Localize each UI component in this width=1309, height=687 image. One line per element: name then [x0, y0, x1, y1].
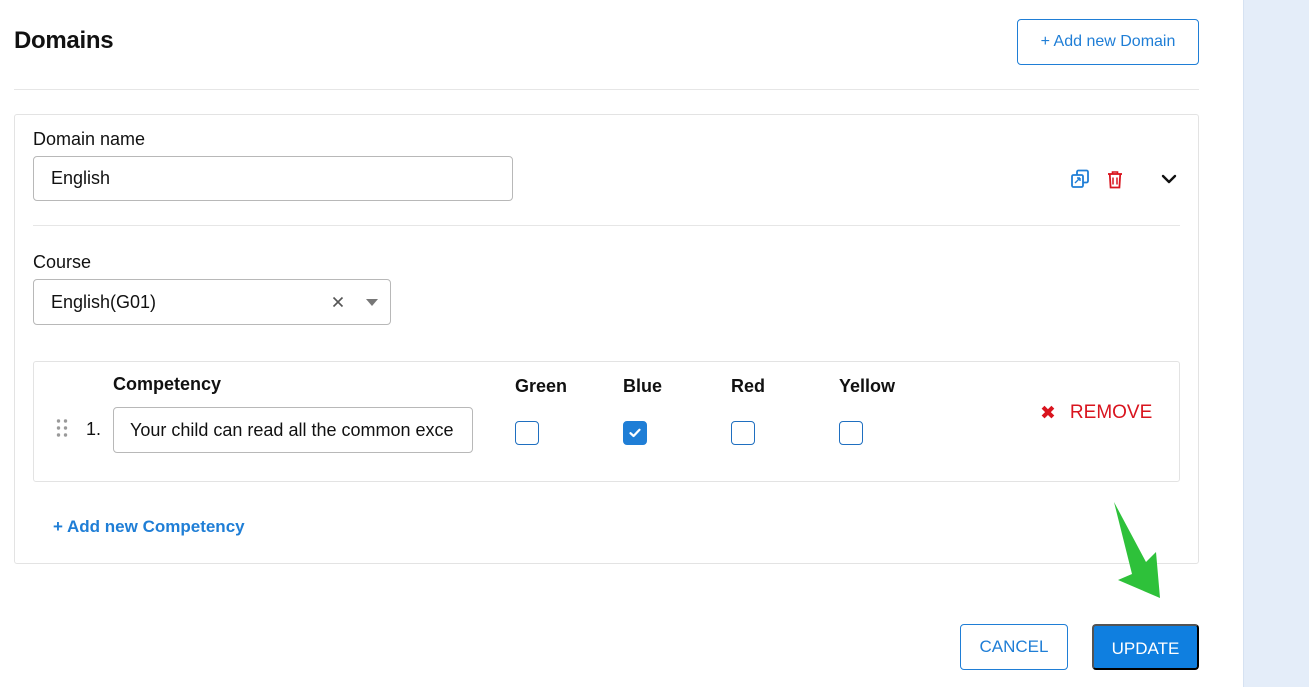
header-yellow: Yellow [839, 376, 896, 396]
checkmark-icon [629, 428, 641, 438]
drag-handle-icon[interactable] [55, 418, 69, 438]
remove-competency-button[interactable]: ✖ REMOVE [1040, 401, 1152, 425]
add-new-domain-button[interactable]: + Add new Domain [1017, 19, 1199, 65]
copy-icon[interactable] [1069, 168, 1091, 190]
add-new-competency-link[interactable]: + Add new Competency [53, 517, 245, 537]
course-label: Course [33, 252, 92, 272]
header-competency: Competency [113, 374, 222, 394]
trash-icon[interactable] [1105, 168, 1125, 190]
close-icon: ✖ [1040, 402, 1056, 424]
dropdown-caret-icon[interactable] [366, 299, 378, 306]
domain-name-input[interactable] [33, 156, 513, 201]
checkbox-blue[interactable] [623, 421, 647, 445]
remove-label: REMOVE [1069, 402, 1153, 423]
clear-icon[interactable] [330, 294, 346, 310]
course-selected-value: English(G01) [51, 292, 157, 312]
header-divider [14, 89, 1199, 90]
header-blue: Blue [623, 376, 663, 396]
annotation-arrow-icon [1114, 502, 1160, 598]
checkbox-red[interactable] [731, 421, 755, 445]
update-button[interactable]: UPDATE [1092, 624, 1199, 670]
cancel-button[interactable]: CANCEL [960, 624, 1068, 670]
card-divider [33, 225, 1180, 226]
header-green: Green [515, 376, 568, 396]
checkbox-green[interactable] [515, 421, 539, 445]
chevron-down-icon[interactable] [1159, 169, 1179, 189]
competency-text-input[interactable] [113, 407, 473, 453]
domain-name-label: Domain name [33, 129, 146, 149]
page-title: Domains [14, 27, 114, 54]
header-red: Red [731, 376, 766, 396]
right-side-panel [1243, 0, 1309, 687]
course-select[interactable]: English(G01) [33, 279, 391, 325]
checkbox-yellow[interactable] [839, 421, 863, 445]
row-number: 1. [86, 419, 102, 439]
